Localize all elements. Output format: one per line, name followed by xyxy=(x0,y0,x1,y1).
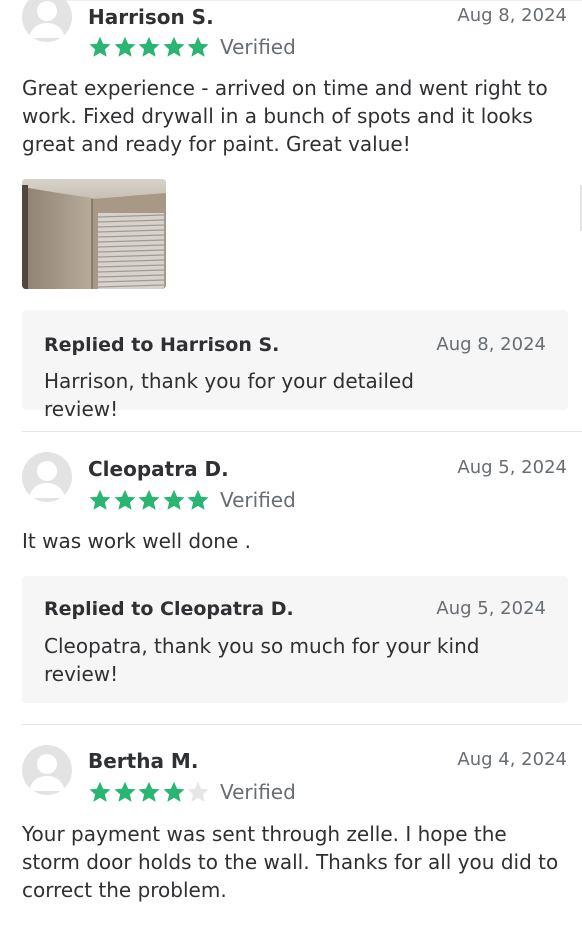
review-date: Aug 5, 2024 xyxy=(457,457,567,478)
review-photo[interactable] xyxy=(22,179,166,289)
star-icon xyxy=(138,36,160,57)
star-icon xyxy=(163,36,184,57)
reply-text: Cleopatra, thank you so much for your ki… xyxy=(44,634,480,686)
verified-label: Verified xyxy=(220,780,296,804)
verified-label: Verified xyxy=(220,35,296,59)
star-icon xyxy=(187,489,209,510)
reviewer-name: Bertha M. xyxy=(88,749,199,773)
reply-title: Replied to Harrison S. xyxy=(44,334,280,356)
verified-label: Verified xyxy=(220,488,296,512)
star-icon xyxy=(163,489,184,510)
review-item: Harrison S. Aug 8, 2024 Verified Great e… xyxy=(0,0,582,432)
review-item: Bertha M. Aug 4, 2024 Verified Your paym… xyxy=(0,725,582,944)
owner-reply: Replied to Harrison S. Aug 8, 2024 Harri… xyxy=(22,310,568,421)
star-icon xyxy=(138,489,160,510)
review-text: Your payment was sent through zelle. I h… xyxy=(22,822,559,902)
star-icon xyxy=(89,36,111,57)
review-text: It was work well done . xyxy=(22,529,252,553)
star-icon xyxy=(89,489,111,510)
star-icon xyxy=(138,781,160,802)
review-date: Aug 4, 2024 xyxy=(457,749,567,770)
reviewer-name: Cleopatra D. xyxy=(88,457,229,481)
reply-date: Aug 5, 2024 xyxy=(436,598,546,619)
reviewer-name: Harrison S. xyxy=(88,5,214,29)
review-item: Cleopatra D. Aug 5, 2024 Verified It was… xyxy=(0,432,582,725)
star-icon xyxy=(114,781,135,802)
owner-reply: Replied to Cleopatra D. Aug 5, 2024 Cleo… xyxy=(22,576,568,703)
reply-title: Replied to Cleopatra D. xyxy=(44,598,294,620)
star-icon xyxy=(114,489,135,510)
star-icon xyxy=(187,781,209,802)
star-icon xyxy=(163,781,184,802)
star-rating xyxy=(88,35,211,59)
star-icon xyxy=(187,36,209,57)
avatar-icon xyxy=(22,452,72,502)
reply-text: Harrison, thank you for your detailed re… xyxy=(44,369,414,421)
star-rating xyxy=(88,488,211,512)
review-date: Aug 8, 2024 xyxy=(457,5,567,26)
star-icon xyxy=(89,781,111,802)
review-text: Great experience - arrived on time and w… xyxy=(22,76,548,156)
reply-date: Aug 8, 2024 xyxy=(436,334,546,355)
avatar-icon xyxy=(22,745,72,795)
avatar-icon xyxy=(22,0,72,42)
star-rating xyxy=(88,780,211,804)
star-icon xyxy=(114,36,135,57)
